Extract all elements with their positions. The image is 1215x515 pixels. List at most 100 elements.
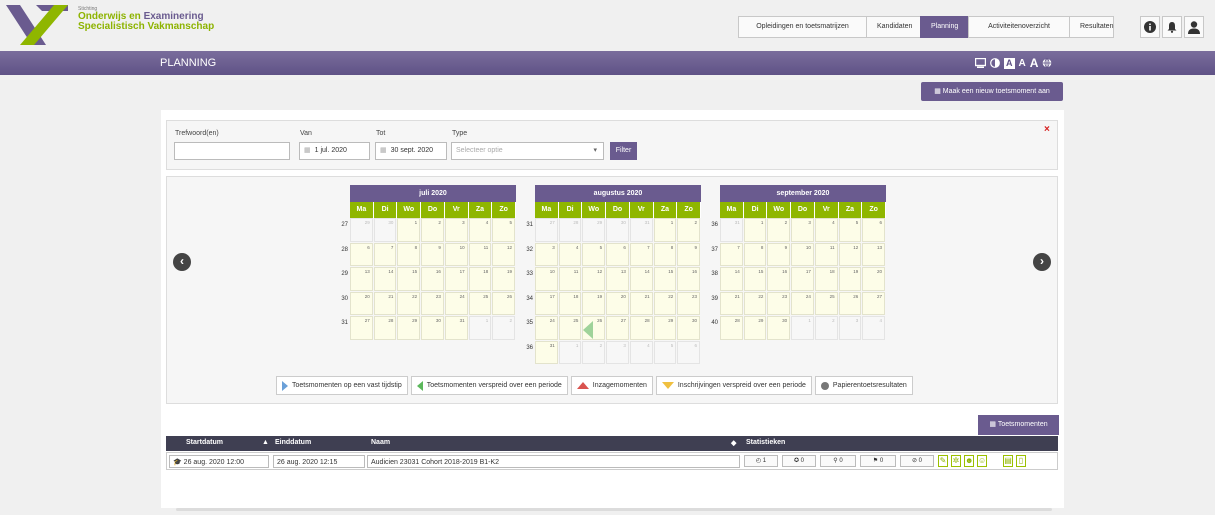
day-cell[interactable]: 21 (373, 291, 397, 315)
day-cell[interactable]: 2 (677, 218, 701, 242)
day-cell[interactable]: 19 (582, 291, 606, 315)
day-cell[interactable]: 3 (535, 242, 558, 266)
day-cell[interactable]: 27 (350, 316, 373, 340)
day-cell[interactable]: 5 (653, 340, 677, 364)
day-cell[interactable]: 23 (421, 291, 444, 315)
day-cell[interactable]: 1 (468, 316, 492, 340)
sort-asc-icon[interactable]: ▲ (262, 439, 269, 446)
notifications-button[interactable] (1162, 16, 1182, 38)
day-cell[interactable]: 28 (720, 316, 743, 340)
stat-settings[interactable]: ✪ 0 (782, 455, 816, 467)
font-size-medium-button[interactable]: A (1019, 58, 1026, 69)
col-startdatum[interactable]: Startdatum (186, 439, 223, 446)
day-cell[interactable]: 7 (720, 242, 743, 266)
day-cell[interactable]: 29 (743, 316, 767, 340)
day-cell[interactable]: 13 (606, 267, 629, 291)
day-cell[interactable]: 18 (558, 291, 582, 315)
day-cell[interactable]: 27 (606, 316, 629, 340)
info-button[interactable] (1140, 16, 1160, 38)
day-cell[interactable]: 11 (468, 242, 492, 266)
next-arrow-icon[interactable]: › (1033, 253, 1051, 271)
day-cell[interactable]: 6 (862, 218, 886, 242)
day-cell[interactable]: 20 (606, 291, 629, 315)
contrast-icon[interactable] (990, 58, 1000, 68)
day-cell[interactable]: 2 (582, 340, 606, 364)
day-cell[interactable]: 17 (535, 291, 558, 315)
day-cell[interactable]: 7 (373, 242, 397, 266)
day-cell[interactable]: 22 (397, 291, 421, 315)
day-cell[interactable]: 19 (838, 267, 862, 291)
day-cell[interactable]: 26 (492, 291, 516, 315)
day-cell[interactable]: 29 (397, 316, 421, 340)
day-cell[interactable]: 21 (629, 291, 653, 315)
day-cell[interactable]: 14 (373, 267, 397, 291)
users-icon[interactable]: ☻ (964, 455, 974, 467)
day-cell[interactable]: 16 (421, 267, 444, 291)
filter-button[interactable]: Filter (610, 142, 637, 160)
day-cell[interactable]: 1 (397, 218, 421, 242)
day-cell[interactable]: 31 (444, 316, 468, 340)
day-cell[interactable]: 19 (492, 267, 516, 291)
day-cell[interactable]: 3 (838, 316, 862, 340)
day-cell[interactable]: 27 (862, 291, 886, 315)
profile-button[interactable] (1184, 16, 1204, 38)
day-cell[interactable]: 23 (767, 291, 791, 315)
day-cell[interactable]: 16 (767, 267, 791, 291)
day-cell[interactable]: 30 (767, 316, 791, 340)
day-cell[interactable]: 10 (444, 242, 468, 266)
new-toetsmoment-button[interactable]: ▦ Maak een nieuw toetsmoment aan (921, 82, 1063, 101)
day-cell[interactable]: 3 (606, 340, 629, 364)
day-cell[interactable]: 15 (397, 267, 421, 291)
day-cell[interactable]: 28 (629, 316, 653, 340)
day-cell[interactable]: 1 (743, 218, 767, 242)
font-size-small-button[interactable]: A (1004, 57, 1015, 69)
day-cell[interactable]: 5 (838, 218, 862, 242)
day-cell[interactable]: 31 (535, 340, 558, 364)
day-cell[interactable]: 13 (350, 267, 373, 291)
day-cell[interactable]: 17 (444, 267, 468, 291)
day-cell[interactable]: 11 (814, 242, 838, 266)
day-cell[interactable]: 9 (677, 242, 701, 266)
day-cell[interactable]: 12 (838, 242, 862, 266)
day-cell[interactable]: 25 (558, 316, 582, 340)
day-cell[interactable]: 6 (606, 242, 629, 266)
nav-resultaten[interactable]: Resultaten (1069, 16, 1114, 38)
day-cell[interactable]: 2 (814, 316, 838, 340)
day-cell[interactable]: 6 (677, 340, 701, 364)
period-marker-icon[interactable] (583, 321, 594, 339)
day-cell[interactable]: 20 (350, 291, 373, 315)
col-naam[interactable]: Naam (371, 439, 390, 446)
day-cell[interactable]: 1 (558, 340, 582, 364)
stat-blocked[interactable]: ⊘ 0 (900, 455, 934, 467)
day-cell[interactable]: 2 (767, 218, 791, 242)
day-cell[interactable]: 23 (677, 291, 701, 315)
nav-opleidingen[interactable]: Opleidingen en toetsmatrijzen (738, 16, 867, 38)
day-cell[interactable]: 7 (629, 242, 653, 266)
day-cell[interactable]: 13 (862, 242, 886, 266)
day-cell[interactable]: 1 (791, 316, 814, 340)
nav-kandidaten[interactable]: Kandidaten (866, 16, 921, 38)
edit-icon[interactable]: ✎ (938, 455, 948, 467)
settings-icon[interactable]: ✲ (951, 455, 961, 467)
day-cell[interactable]: 20 (862, 267, 886, 291)
day-cell[interactable]: 14 (629, 267, 653, 291)
day-cell[interactable]: 30 (677, 316, 701, 340)
day-cell[interactable]: 12 (582, 267, 606, 291)
sort-icon[interactable]: ◆ (731, 439, 736, 447)
day-cell[interactable]: 11 (558, 267, 582, 291)
day-cell[interactable]: 17 (791, 267, 814, 291)
day-cell[interactable]: 30 (606, 218, 629, 242)
day-cell[interactable]: 25 (814, 291, 838, 315)
day-cell[interactable]: 2 (492, 316, 516, 340)
nav-activiteitenoverzicht[interactable]: Activiteitenoverzicht (968, 16, 1070, 38)
day-cell[interactable]: 24 (535, 316, 558, 340)
tab-toetsmomenten[interactable]: ▦ Toetsmomenten (978, 415, 1059, 435)
day-cell[interactable]: 10 (535, 267, 558, 291)
prev-arrow-icon[interactable]: ‹ (173, 253, 191, 271)
document-icon[interactable]: ▤ (1003, 455, 1013, 467)
font-size-large-button[interactable]: A (1030, 56, 1039, 70)
day-cell[interactable]: 18 (468, 267, 492, 291)
day-cell[interactable]: 27 (535, 218, 558, 242)
day-cell[interactable]: 9 (421, 242, 444, 266)
day-cell[interactable]: 1 (653, 218, 677, 242)
